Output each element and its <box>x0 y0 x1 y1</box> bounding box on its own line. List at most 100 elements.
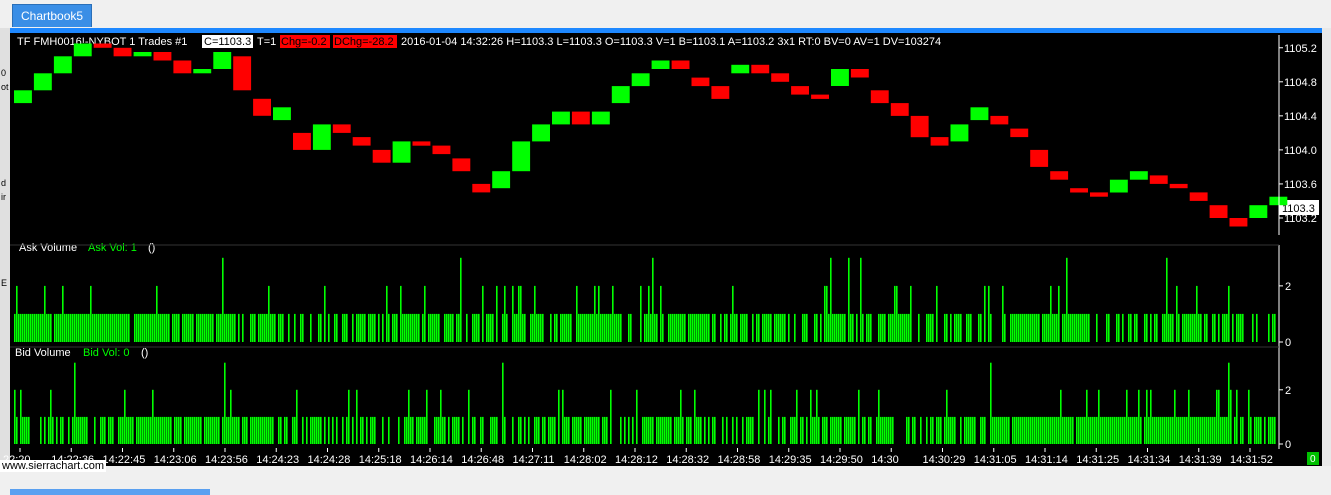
ask-volume-bar <box>586 313 588 342</box>
ask-volume-bar <box>218 313 220 342</box>
price-bar <box>1269 196 1288 206</box>
time-tick-label: 14:23:06 <box>154 454 197 466</box>
bid-volume-bar <box>132 416 134 444</box>
ask-volume-tick-label: 0 <box>1285 337 1291 349</box>
ask-volume-bar <box>394 313 396 342</box>
ask-volume-bar <box>212 313 214 342</box>
bid-volume-bar <box>184 416 186 444</box>
bid-volume-bar <box>646 416 648 444</box>
bid-volume-bar <box>606 416 608 444</box>
bid-volume-bar <box>1230 389 1232 444</box>
ask-volume-bar <box>56 313 58 342</box>
bid-volume-bar <box>1160 416 1162 444</box>
bid-volume-bar <box>1196 416 1198 444</box>
ask-volume-bar <box>1010 313 1012 342</box>
ask-volume-bar <box>598 285 600 342</box>
bid-volume-bar <box>1122 416 1124 444</box>
bid-volume-bar <box>424 416 426 444</box>
price-bar <box>811 94 829 99</box>
bid-volume-bar <box>194 416 196 444</box>
price-bar <box>73 43 92 57</box>
bid-volume-bar <box>1212 416 1214 444</box>
time-tick-label: 14:30:29 <box>923 454 966 466</box>
bid-volume-bar <box>1052 416 1054 444</box>
bid-volume-bar <box>632 416 634 444</box>
ask-volume-bar <box>368 313 370 342</box>
bid-volume-bar <box>1216 389 1218 444</box>
bid-volume-bar <box>926 416 928 444</box>
ask-volume-bar <box>744 313 746 342</box>
price-bar <box>532 124 550 142</box>
ask-volume-bar <box>834 313 836 342</box>
bid-volume-bar <box>1120 416 1122 444</box>
bid-volume-bar <box>920 416 922 444</box>
bid-volume-bar <box>940 416 942 444</box>
ask-volume-bar <box>1226 313 1228 342</box>
bid-volume-bar <box>418 416 420 444</box>
bid-volume-bar <box>580 416 582 444</box>
bid-volume-bar <box>360 416 362 444</box>
ask-volume-bar <box>140 313 142 342</box>
bid-volume-bar <box>700 416 702 444</box>
ask-volume-bar <box>612 285 614 342</box>
ask-volume-bar <box>768 313 770 342</box>
bid-volume-bar <box>146 416 148 444</box>
ask-volume-bar <box>930 313 932 342</box>
ask-volume-bar <box>1070 313 1072 342</box>
bid-volume-bar <box>964 416 966 444</box>
ask-volume-bar <box>152 313 154 342</box>
time-tick-label: 14:31:14 <box>1025 454 1068 466</box>
ask-volume-bar <box>756 313 758 342</box>
ask-volume-bar <box>262 313 264 342</box>
ask-volume-bar <box>158 313 160 342</box>
ask-volume-bar <box>780 313 782 342</box>
price-bar <box>332 124 351 133</box>
ask-volume-bar <box>836 313 838 342</box>
bid-volume-bar <box>148 416 150 444</box>
ask-volume-bar <box>908 313 910 342</box>
bid-volume-bar <box>374 416 376 444</box>
time-tick-label: 14:25:18 <box>359 454 402 466</box>
bid-volume-tick-label: 2 <box>1285 385 1291 397</box>
bid-volume-bar <box>228 416 230 444</box>
ask-volume-bar <box>764 313 766 342</box>
bid-volume-bar <box>406 416 408 444</box>
bid-volume-bar <box>166 416 168 444</box>
bid-volume-bar <box>1258 416 1260 444</box>
ask-volume-bar <box>408 313 410 342</box>
ask-volume-bar <box>866 313 868 342</box>
ask-volume-bar <box>346 313 348 342</box>
bid-volume-bar <box>1008 416 1010 444</box>
bid-volume-bar <box>1154 416 1156 444</box>
bid-volume-bar <box>454 416 456 444</box>
ask-volume-bar <box>1082 313 1084 342</box>
ask-volume-bar <box>100 313 102 342</box>
bid-volume-bar <box>1060 389 1062 444</box>
bid-volume-bar <box>1250 416 1252 444</box>
price-bar <box>352 137 371 146</box>
bid-volume-bar <box>1226 416 1228 444</box>
bid-volume-bar <box>434 416 436 444</box>
bid-volume-bar <box>118 416 120 444</box>
price-bar <box>1189 192 1208 201</box>
bid-volume-bar <box>686 416 688 444</box>
ask-volume-bar <box>288 313 290 342</box>
bid-volume-bar <box>142 416 144 444</box>
ask-volume-bar <box>1058 285 1060 342</box>
ask-volume-bar <box>712 313 714 342</box>
ask-volume-bar <box>868 313 870 342</box>
price-bar <box>890 103 909 116</box>
bid-volume-bar <box>1178 416 1180 444</box>
bid-volume-bar <box>748 416 750 444</box>
bid-volume-bar <box>312 416 314 444</box>
bid-volume-bar <box>482 416 484 444</box>
bid-volume-bar <box>1046 416 1048 444</box>
header-ticks: T=1 <box>257 36 276 48</box>
price-bar <box>53 56 72 74</box>
bid-volume-bar <box>736 416 738 444</box>
ask-volume-bar <box>1240 313 1242 342</box>
ask-volume-bar <box>64 313 66 342</box>
bid-volume-bar <box>586 416 588 444</box>
bid-volume-bar <box>56 416 58 444</box>
bid-volume-bar <box>712 416 714 444</box>
